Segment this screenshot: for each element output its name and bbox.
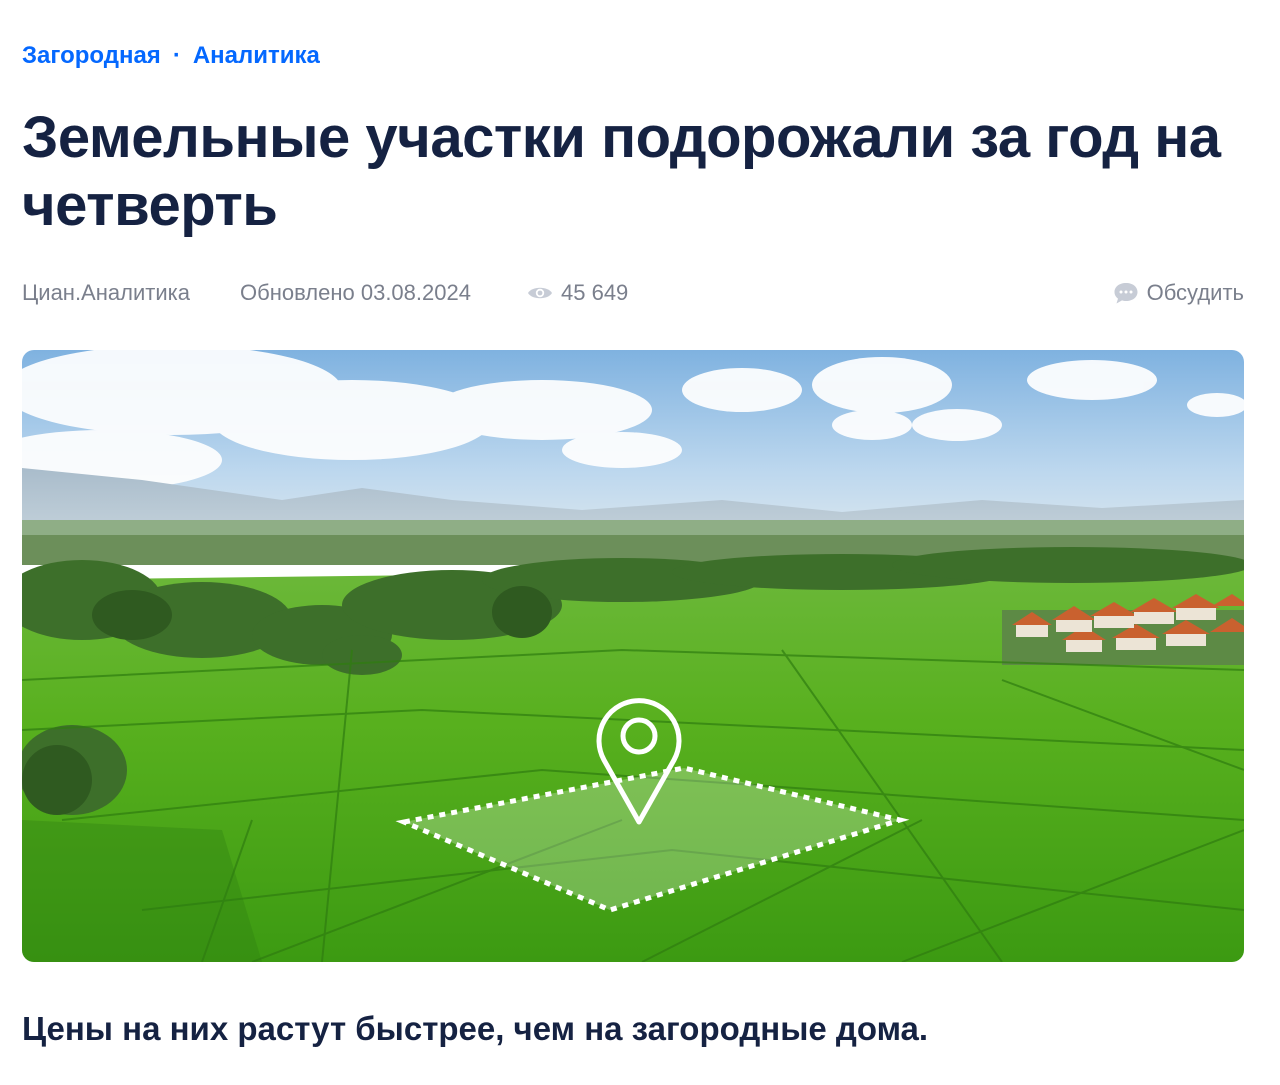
views-count: 45 649 — [561, 280, 629, 305]
updated-date: Обновлено 03.08.2024 — [240, 280, 471, 305]
breadcrumb-link-zagorodnaya[interactable]: Загородная — [22, 42, 161, 70]
discuss-button[interactable]: Обсудить — [1113, 280, 1244, 306]
breadcrumb-link-analytics[interactable]: Аналитика — [193, 42, 320, 70]
article-lead: Цены на них растут быстрее, чем на загор… — [22, 1010, 929, 1047]
article-page: Загородная · Аналитика Земельные участки… — [0, 0, 1280, 1085]
author-name: Циан.Аналитика — [22, 280, 190, 305]
page-title: Земельные участки подорожали за год на ч… — [22, 105, 1221, 238]
eye-icon — [528, 287, 552, 299]
discuss-label: Обсудить — [1146, 280, 1244, 305]
views-counter: 45 649 — [527, 280, 628, 306]
article-meta: Циан.Аналитика Обновлено 03.08.2024 45 6… — [22, 280, 1244, 310]
hero-image — [22, 350, 1244, 962]
breadcrumb-separator: · — [172, 42, 181, 69]
chat-bubble-icon — [1114, 283, 1138, 304]
breadcrumb: Загородная · Аналитика — [22, 42, 320, 70]
